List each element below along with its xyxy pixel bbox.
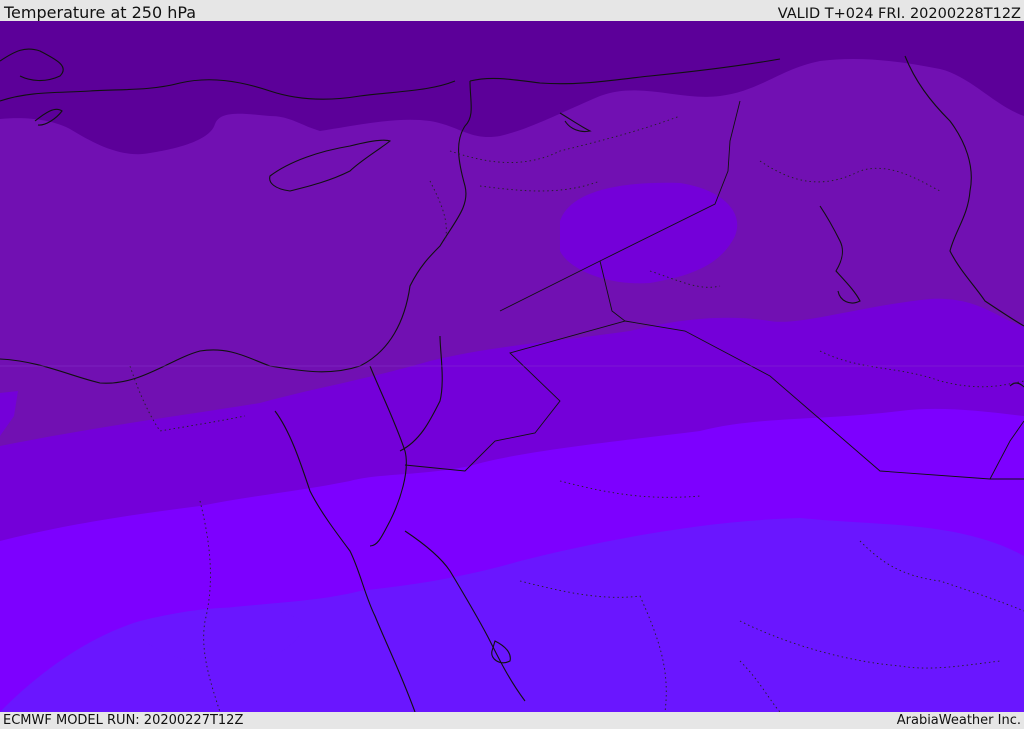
valid-time: VALID T+024 FRI. 20200228T12Z bbox=[777, 6, 1021, 22]
model-run: ECMWF MODEL RUN: 20200227T12Z bbox=[3, 713, 244, 728]
weather-map[interactable] bbox=[0, 21, 1024, 712]
credit: ArabiaWeather Inc. bbox=[896, 713, 1021, 728]
footer-bar: ECMWF MODEL RUN: 20200227T12Z ArabiaWeat… bbox=[0, 712, 1024, 729]
map-title: Temperature at 250 hPa bbox=[4, 3, 197, 22]
header-bar: Temperature at 250 hPa VALID T+024 FRI. … bbox=[0, 0, 1024, 22]
